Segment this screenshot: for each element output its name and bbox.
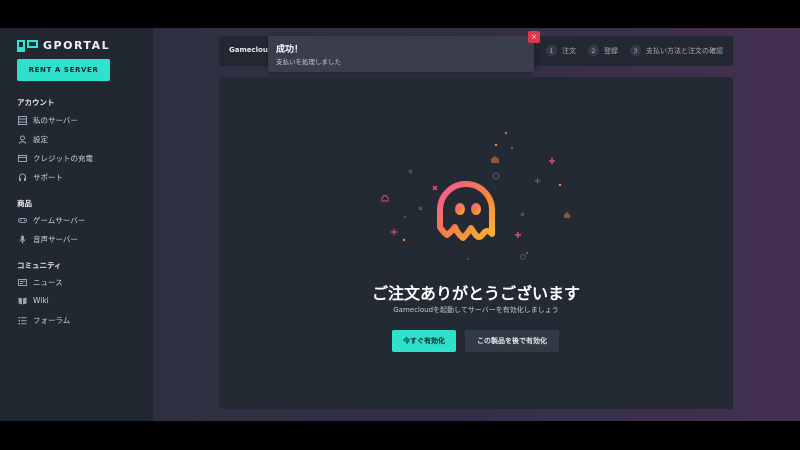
sidebar-item-game-servers[interactable]: ゲームサーバー (18, 215, 85, 226)
section-title-community: コミュニティ (17, 261, 62, 270)
step-label: 注文 (562, 46, 576, 55)
product-name: Gamecloud (229, 46, 273, 54)
app-window: GPORTAL RENT A SERVER アカウント 私のサーバー 設定 クレ… (0, 28, 800, 421)
headset-icon (18, 173, 27, 182)
gamepad-icon (18, 216, 27, 225)
toast-title: 成功！ (276, 45, 304, 55)
list-icon (18, 316, 27, 325)
activate-later-button[interactable]: この製品を後で有効化 (465, 330, 559, 352)
step-label: 支払い方法と注文の確認 (646, 46, 723, 55)
step-number: 2 (588, 45, 599, 56)
celebration-illustration (381, 131, 570, 260)
logo-icon (17, 39, 38, 52)
activation-subtext: Gamecloudを起動してサーバーを有効化しましょう (393, 306, 559, 314)
step-register[interactable]: 2 登録 (588, 45, 618, 56)
step-payment[interactable]: 3 支払い方法と注文の確認 (630, 45, 723, 56)
sidebar-item-label: ニュース (33, 278, 63, 287)
sidebar-item-label: フォーラム (33, 316, 71, 325)
sidebar-item-wiki[interactable]: Wiki (18, 296, 49, 305)
success-toast: 成功！ 支払いを処理しました × (268, 31, 540, 72)
sidebar-item-voice-servers[interactable]: 音声サーバー (18, 234, 78, 245)
sidebar-item-settings[interactable]: 設定 (18, 134, 48, 145)
sidebar-item-label: 音声サーバー (33, 235, 78, 244)
sidebar-item-my-servers[interactable]: 私のサーバー (18, 115, 78, 126)
user-icon (18, 135, 27, 144)
section-title-products: 商品 (17, 199, 32, 208)
activate-now-button[interactable]: 今すぐ有効化 (392, 330, 456, 352)
toast-message: 支払いを処理しました (276, 58, 341, 66)
thank-you-card: ご注文ありがとうございます Gamecloudを起動してサーバーを有効化しましょ… (219, 77, 733, 409)
confetti-decoration (381, 131, 570, 260)
logo[interactable]: GPORTAL (17, 39, 110, 52)
step-number: 3 (630, 45, 641, 56)
section-title-account: アカウント (17, 98, 55, 107)
sidebar-item-credit[interactable]: クレジットの充電 (18, 153, 93, 164)
ghost-logo-icon (437, 181, 495, 241)
server-icon (18, 116, 27, 125)
sidebar-item-support[interactable]: サポート (18, 172, 63, 183)
step-label: 登録 (604, 46, 618, 55)
credit-card-icon (18, 154, 27, 163)
sidebar-item-news[interactable]: ニュース (18, 277, 63, 288)
sidebar-item-label: Wiki (33, 296, 49, 305)
logo-text: GPORTAL (43, 39, 111, 52)
sidebar: GPORTAL RENT A SERVER アカウント 私のサーバー 設定 クレ… (0, 28, 153, 421)
letterbox-bottom (0, 421, 800, 450)
book-icon (18, 296, 27, 305)
step-number: 1 (546, 45, 557, 56)
sidebar-item-label: ゲームサーバー (33, 216, 86, 225)
sidebar-item-label: 私のサーバー (33, 116, 78, 125)
checkout-steps: 1 注文 2 登録 3 支払い方法と注文の確認 (546, 45, 723, 56)
close-icon[interactable]: × (528, 31, 540, 43)
sidebar-item-label: サポート (33, 173, 63, 182)
rent-a-server-button[interactable]: RENT A SERVER (17, 59, 110, 81)
sidebar-item-label: 設定 (33, 135, 48, 144)
microphone-icon (18, 235, 27, 244)
newspaper-icon (18, 278, 27, 287)
sidebar-item-label: クレジットの充電 (33, 154, 93, 163)
letterbox-top (0, 0, 800, 28)
thank-you-heading: ご注文ありがとうございます (371, 284, 580, 303)
step-order[interactable]: 1 注文 (546, 45, 576, 56)
sidebar-item-forum[interactable]: フォーラム (18, 315, 70, 326)
